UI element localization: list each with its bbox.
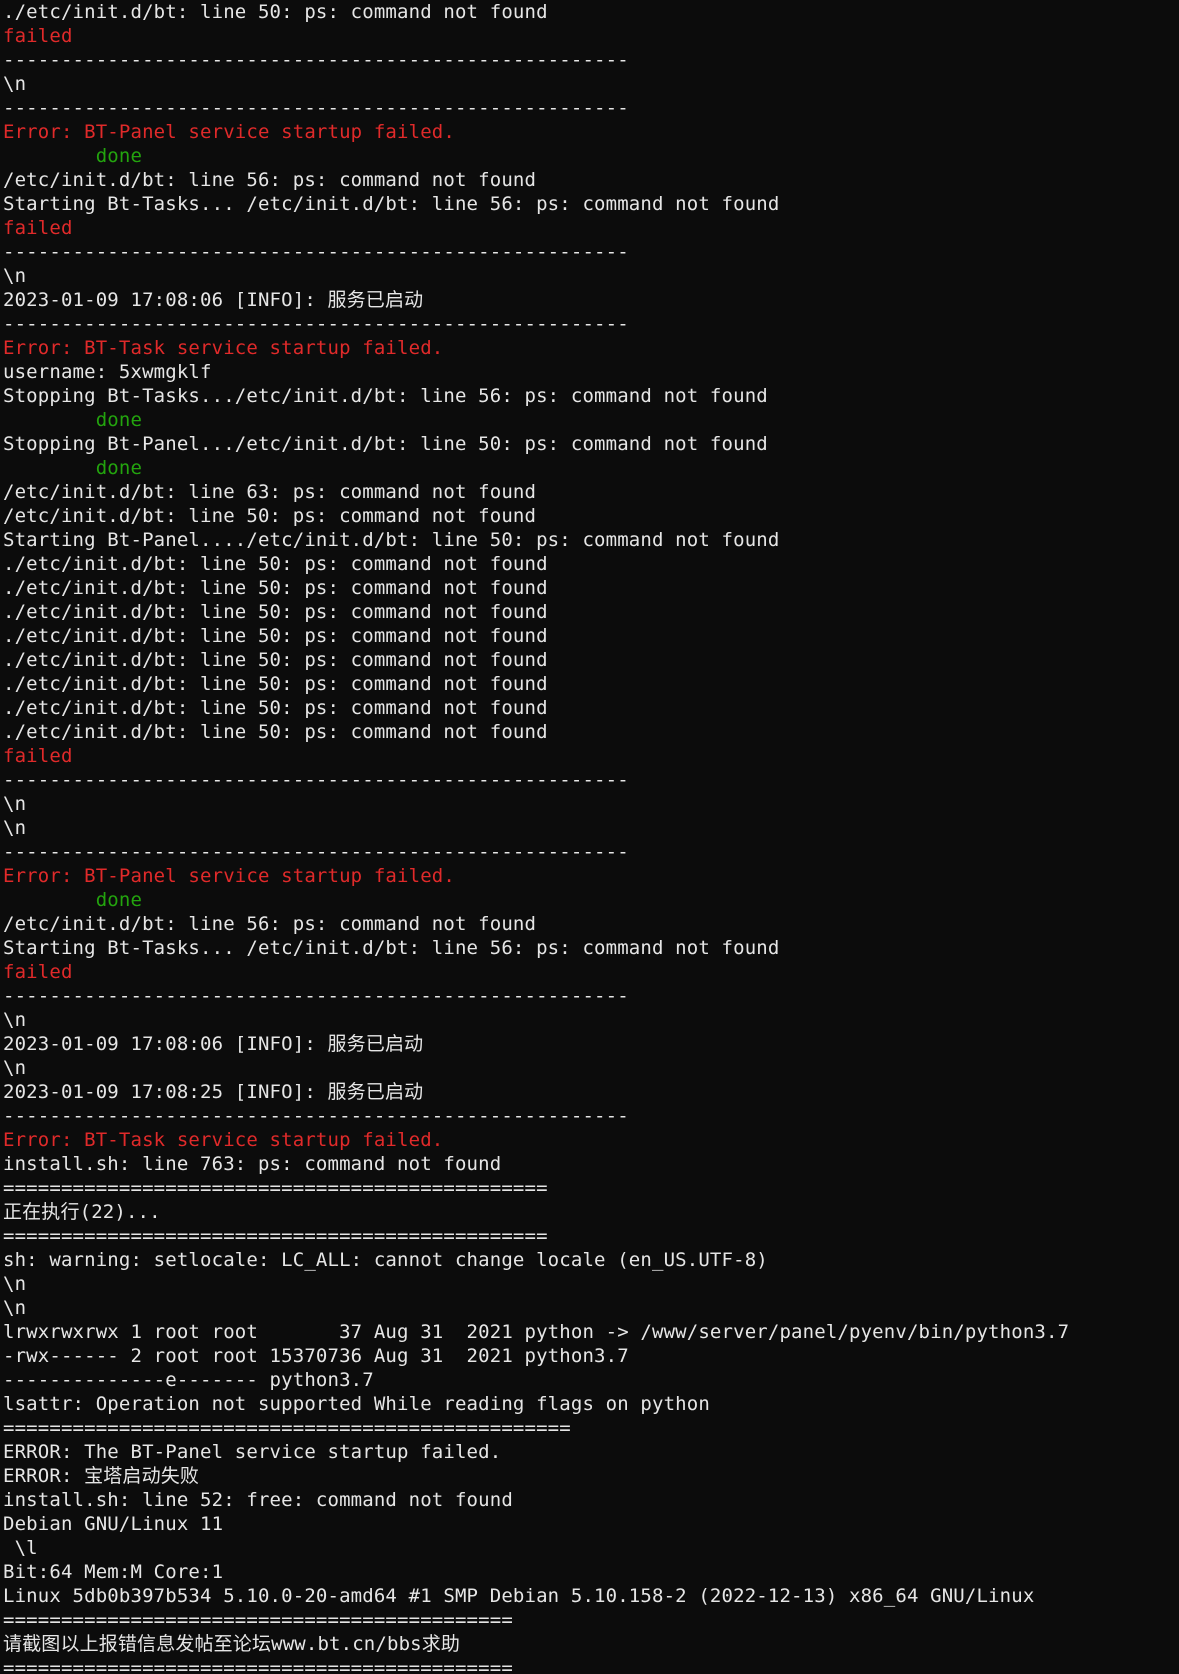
terminal-output-line: ----------------------------------------… bbox=[3, 841, 629, 863]
terminal-output-line: ----------------------------------------… bbox=[3, 1105, 629, 1127]
terminal-output-line: ========================================… bbox=[3, 1177, 548, 1199]
done-status-line: done bbox=[3, 889, 143, 911]
terminal-output-line: \n bbox=[3, 265, 27, 287]
done-status-line: done bbox=[3, 145, 143, 167]
terminal-output-line: Starting Bt-Panel..../etc/init.d/bt: lin… bbox=[3, 529, 780, 551]
terminal-output-line: Stopping Bt-Tasks.../etc/init.d/bt: line… bbox=[3, 385, 768, 407]
terminal-output-line: ========================================… bbox=[3, 1225, 548, 1247]
terminal-output-line: ./etc/init.d/bt: line 50: ps: command no… bbox=[3, 697, 548, 719]
terminal-output-line: lsattr: Operation not supported While re… bbox=[3, 1393, 710, 1415]
terminal-output-line: ----------------------------------------… bbox=[3, 49, 629, 71]
terminal-output-line: \n bbox=[3, 793, 27, 815]
terminal-output-line: Linux 5db0b397b534 5.10.0-20-amd64 #1 SM… bbox=[3, 1585, 1035, 1607]
terminal-output-line: \n bbox=[3, 1009, 27, 1031]
terminal-output-line: Stopping Bt-Panel.../etc/init.d/bt: line… bbox=[3, 433, 768, 455]
error-line: failed bbox=[3, 25, 73, 47]
terminal-output-line: ./etc/init.d/bt: line 50: ps: command no… bbox=[3, 625, 548, 647]
terminal-output-line: ========================================… bbox=[3, 1609, 513, 1631]
highlighted-error-text: ERROR: 宝塔启动失败 bbox=[3, 1465, 200, 1487]
terminal-output-line: username: 5xwmgklf bbox=[3, 361, 212, 383]
terminal-output-line: ========================================… bbox=[3, 1417, 571, 1439]
terminal-output-line: ----------------------------------------… bbox=[3, 769, 629, 791]
terminal-output-line: \n bbox=[3, 817, 27, 839]
error-line: failed bbox=[3, 745, 73, 767]
terminal-output-line: \l bbox=[3, 1537, 38, 1559]
terminal-output-line: ./etc/init.d/bt: line 50: ps: command no… bbox=[3, 649, 548, 671]
terminal-output-line: --------------e------- python3.7 bbox=[3, 1369, 374, 1391]
terminal-output-line: 请截图以上报错信息发帖至论坛www.bt.cn/bbs求助 bbox=[3, 1633, 461, 1655]
error-line: Error: BT-Task service startup failed. bbox=[3, 337, 444, 359]
highlighted-error-line: ERROR: The BT-Panel service startup fail… bbox=[3, 1440, 1179, 1464]
terminal-output-line: ./etc/init.d/bt: line 50: ps: command no… bbox=[3, 601, 548, 623]
terminal-output-line: ./etc/init.d/bt: line 50: ps: command no… bbox=[3, 577, 548, 599]
terminal-output-line: Bit:64 Mem:M Core:1 bbox=[3, 1561, 224, 1583]
terminal-output-line: 2023-01-09 17:08:06 [INFO]: 服务已启动 bbox=[3, 1033, 424, 1055]
terminal-output-line: /etc/init.d/bt: line 63: ps: command not… bbox=[3, 481, 537, 503]
terminal-output-line: ----------------------------------------… bbox=[3, 313, 629, 335]
done-status-line: done bbox=[3, 457, 143, 479]
terminal-output-line: ----------------------------------------… bbox=[3, 985, 629, 1007]
terminal-output-line: Starting Bt-Tasks... /etc/init.d/bt: lin… bbox=[3, 193, 780, 215]
terminal-output-line: 2023-01-09 17:08:06 [INFO]: 服务已启动 bbox=[3, 289, 424, 311]
terminal-output-line: ----------------------------------------… bbox=[3, 97, 629, 119]
terminal-output-line: lrwxrwxrwx 1 root root 37 Aug 31 2021 py… bbox=[3, 1321, 1070, 1343]
terminal-output-line: \n bbox=[3, 1057, 27, 1079]
terminal-output-line: ./etc/init.d/bt: line 50: ps: command no… bbox=[3, 553, 548, 575]
terminal-output-line: Debian GNU/Linux 11 bbox=[3, 1513, 224, 1535]
terminal-output-line: 2023-01-09 17:08:25 [INFO]: 服务已启动 bbox=[3, 1081, 424, 1103]
terminal-output-line: -rwx------ 2 root root 15370736 Aug 31 2… bbox=[3, 1345, 629, 1367]
terminal-output-line: 正在执行(22)... bbox=[3, 1201, 161, 1223]
terminal-output-line: \n bbox=[3, 73, 27, 95]
error-line: Error: BT-Panel service startup failed. bbox=[3, 121, 455, 143]
terminal-output-line: /etc/init.d/bt: line 56: ps: command not… bbox=[3, 169, 537, 191]
terminal-output-line: \n bbox=[3, 1273, 27, 1295]
terminal-output-line: ./etc/init.d/bt: line 50: ps: command no… bbox=[3, 1, 548, 23]
highlighted-error-text: ERROR: The BT-Panel service startup fail… bbox=[3, 1441, 502, 1463]
terminal-output-line: /etc/init.d/bt: line 56: ps: command not… bbox=[3, 913, 537, 935]
error-line: failed bbox=[3, 217, 73, 239]
error-line: Error: BT-Task service startup failed. bbox=[3, 1129, 444, 1151]
terminal-output-line: ----------------------------------------… bbox=[3, 241, 629, 263]
done-status-line: done bbox=[3, 409, 143, 431]
terminal-output-line: \n bbox=[3, 1297, 27, 1319]
error-line: failed bbox=[3, 961, 73, 983]
terminal-output-line: install.sh: line 52: free: command not f… bbox=[3, 1489, 513, 1511]
terminal-output-line: /etc/init.d/bt: line 50: ps: command not… bbox=[3, 505, 537, 527]
terminal-output-line: ========================================… bbox=[3, 1657, 513, 1674]
terminal-output-line: sh: warning: setlocale: LC_ALL: cannot c… bbox=[3, 1249, 768, 1271]
terminal-output-line: ./etc/init.d/bt: line 50: ps: command no… bbox=[3, 673, 548, 695]
error-line: Error: BT-Panel service startup failed. bbox=[3, 865, 455, 887]
highlighted-error-line: ERROR: 宝塔启动失败 bbox=[3, 1464, 1179, 1488]
terminal-window[interactable]: ./etc/init.d/bt: line 50: ps: command no… bbox=[0, 0, 1179, 1674]
terminal-output-line: install.sh: line 763: ps: command not fo… bbox=[3, 1153, 502, 1175]
terminal-output-line: Starting Bt-Tasks... /etc/init.d/bt: lin… bbox=[3, 937, 780, 959]
terminal-output-line: ./etc/init.d/bt: line 50: ps: command no… bbox=[3, 721, 548, 743]
